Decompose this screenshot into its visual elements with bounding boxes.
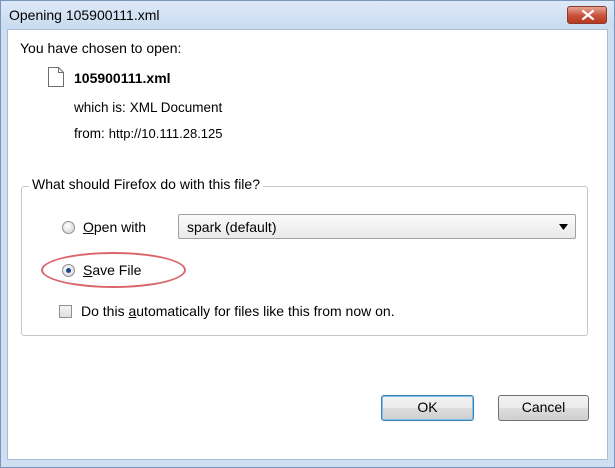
dropdown-arrow-icon <box>559 224 568 230</box>
file-type-value: XML Document <box>129 100 223 115</box>
title-bar[interactable]: Opening 105900111.xml <box>1 1 614 29</box>
file-name: 105900111.xml <box>74 70 171 86</box>
open-with-select-value: spark (default) <box>187 219 277 235</box>
open-with-radio[interactable] <box>62 221 75 234</box>
document-icon <box>48 67 64 87</box>
save-file-label[interactable]: Save File <box>83 262 141 278</box>
file-source-label: from: <box>74 126 105 141</box>
close-x-icon <box>582 10 594 20</box>
file-open-dialog: Opening 105900111.xml You have chosen to… <box>0 0 615 468</box>
ok-button[interactable]: OK <box>381 395 474 421</box>
action-group-label: What should Firefox do with this file? <box>29 176 263 192</box>
close-button[interactable] <box>567 6 607 24</box>
auto-action-label[interactable]: Do this automatically for files like thi… <box>81 303 395 319</box>
open-with-select[interactable]: spark (default) <box>178 214 576 239</box>
open-with-label[interactable]: Open with <box>83 219 146 235</box>
file-source-value: http://10.111.28.125 <box>108 126 223 141</box>
file-type-label: which is: <box>74 100 126 115</box>
auto-action-checkbox[interactable] <box>59 305 72 318</box>
save-file-radio[interactable] <box>62 264 75 277</box>
intro-text: You have chosen to open: <box>20 40 182 56</box>
file-type-line: which is: XML Document <box>74 100 222 115</box>
file-source-line: from: http://10.111.28.125 <box>74 126 223 141</box>
radio-selected-dot <box>66 268 71 273</box>
cancel-button[interactable]: Cancel <box>498 395 589 421</box>
window-title: Opening 105900111.xml <box>9 7 160 23</box>
